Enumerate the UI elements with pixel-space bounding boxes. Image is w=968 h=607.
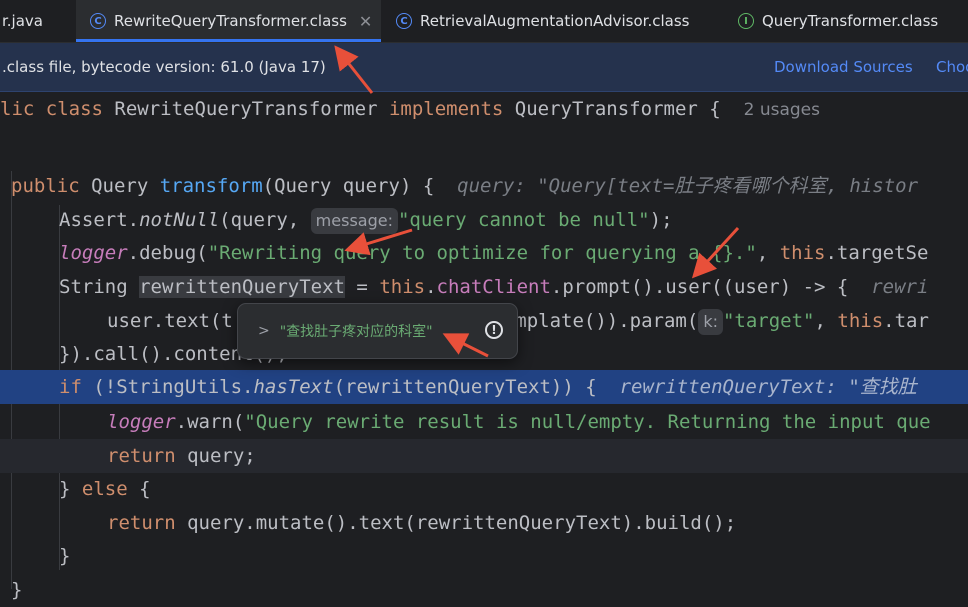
parameter-hint: message: <box>310 207 398 234</box>
code-line: } <box>11 579 23 601</box>
debug-value-popup[interactable]: > "查找肚子疼对应的科室" ! <box>237 303 518 359</box>
info-icon[interactable]: ! <box>485 321 503 339</box>
code-line: } <box>59 545 71 567</box>
debug-value-hint: rewrittenQueryText: "查找肚 <box>619 376 917 398</box>
choose-sources-link[interactable]: Choo <box>936 58 968 76</box>
debug-value-hint: rewri <box>871 276 929 298</box>
download-sources-link[interactable]: Download Sources <box>774 58 913 76</box>
debug-value-hint: query: "Query[text=肚子疼看哪个科室, histor <box>457 175 919 197</box>
breakpoint-line-selected: if (!StringUtils.hasText(rewrittenQueryT… <box>0 370 968 404</box>
tab-r-java[interactable]: r.java <box>0 0 70 42</box>
current-line: return query; <box>0 439 968 473</box>
code-line: return query.mutate().text(rewrittenQuer… <box>107 512 737 534</box>
tab-query-transformer[interactable]: I QueryTransformer.class <box>738 0 968 42</box>
tab-label: QueryTransformer.class <box>762 12 939 30</box>
close-icon[interactable]: ✕ <box>359 12 372 31</box>
code-line: String rewrittenQueryText = this.chatCli… <box>59 276 929 298</box>
active-tab-indicator <box>76 39 381 42</box>
usages-hint[interactable]: 2 usages <box>744 100 820 120</box>
class-icon: C <box>90 13 106 29</box>
tab-rewrite-query-transformer[interactable]: C RewriteQueryTransformer.class ✕ <box>76 0 381 42</box>
popup-value: "查找肚子疼对应的科室" <box>279 324 433 340</box>
code-line: public Query transform(Query query) { qu… <box>11 175 919 197</box>
bytecode-version-message: .class file, bytecode version: 61.0 (Jav… <box>2 58 326 76</box>
tab-label: r.java <box>2 12 43 30</box>
decompiled-class-banner: .class file, bytecode version: 61.0 (Jav… <box>0 43 968 92</box>
code-line: } else { <box>59 478 151 500</box>
code-line: lic class RewriteQueryTransformer implem… <box>0 98 820 120</box>
class-icon: C <box>396 13 412 29</box>
interface-icon: I <box>738 13 754 29</box>
expand-chevron-icon[interactable]: > <box>258 323 270 339</box>
tab-retrieval-augmentation-advisor[interactable]: C RetrievalAugmentationAdvisor.class <box>396 0 706 42</box>
variable-highlight: rewrittenQueryText <box>139 276 345 298</box>
code-line: logger.warn("Query rewrite result is nul… <box>107 411 931 433</box>
tab-label: RewriteQueryTransformer.class <box>114 12 347 30</box>
editor-tab-bar: r.java C RewriteQueryTransformer.class ✕… <box>0 0 968 43</box>
tab-label: RetrievalAugmentationAdvisor.class <box>420 12 690 30</box>
code-line: Assert.notNull(query, message: "query can… <box>0 203 968 237</box>
parameter-hint: k: <box>698 308 723 335</box>
code-line: logger.debug("Rewriting query to optimiz… <box>59 242 929 264</box>
